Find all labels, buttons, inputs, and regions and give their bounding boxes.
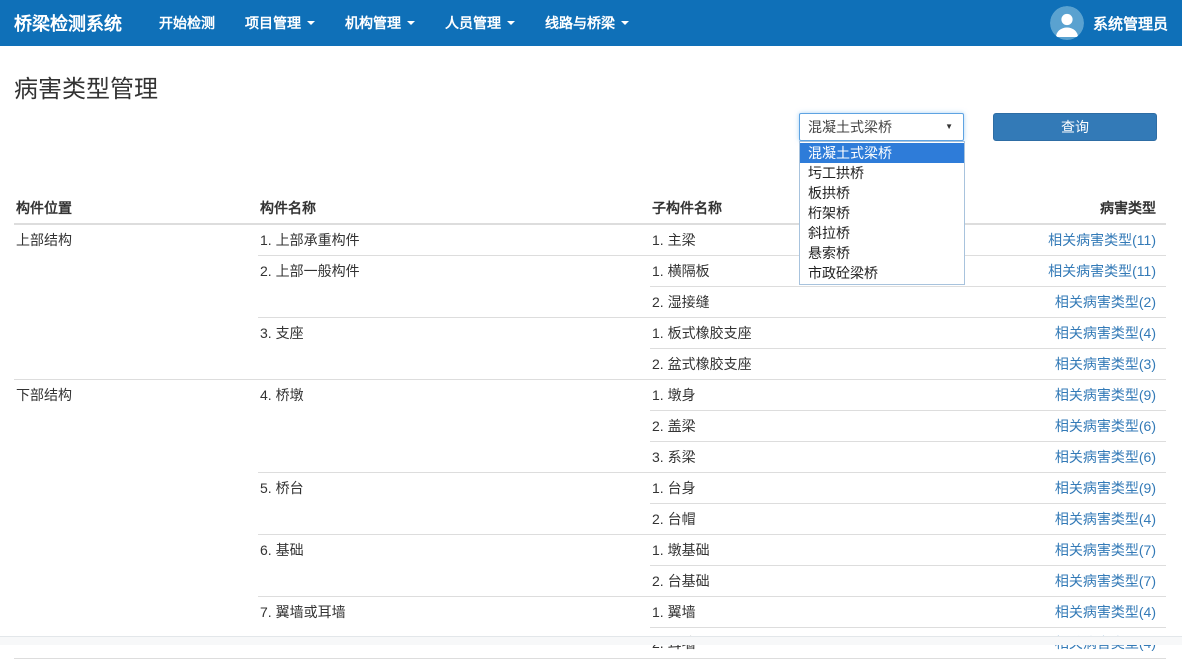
component-location-cell: 下部结构 [14,380,258,659]
defect-type-cell: 相关病害类型(4) [950,504,1166,535]
related-defect-types-link[interactable]: 相关病害类型(6) [1055,449,1156,465]
person-icon [1050,6,1084,40]
nav-item-label: 人员管理 [445,13,501,33]
component-name-cell: 5. 桥台 [258,473,650,535]
subcomponent-name-cell: 1. 板式橡胶支座 [650,318,950,349]
component-name-cell: 4. 桥墩 [258,380,650,473]
related-defect-types-link[interactable]: 相关病害类型(3) [1055,356,1156,372]
table-row: 下部结构4. 桥墩1. 墩身相关病害类型(9) [14,380,1166,411]
defect-type-cell: 相关病害类型(7) [950,566,1166,597]
defect-type-cell: 相关病害类型(7) [950,535,1166,566]
app-brand[interactable]: 桥梁检测系统 [14,10,122,36]
bridge-type-option[interactable]: 桁架桥 [800,203,964,223]
col-header-defect-type: 病害类型 [950,193,1166,224]
nav-item-label: 机构管理 [345,13,401,33]
defect-type-cell: 相关病害类型(11) [950,256,1166,287]
related-defect-types-link[interactable]: 相关病害类型(4) [1055,604,1156,620]
component-name-cell: 7. 翼墙或耳墙 [258,597,650,659]
related-defect-types-link[interactable]: 相关病害类型(9) [1055,480,1156,496]
subcomponent-name-cell: 2. 盖梁 [650,411,950,442]
nav-item-label: 线路与桥梁 [545,13,615,33]
caret-down-icon [621,21,629,25]
subcomponent-name-cell: 2. 盆式橡胶支座 [650,349,950,380]
bridge-type-option[interactable]: 市政砼梁桥 [800,263,964,283]
bridge-type-select[interactable]: 混凝土式梁桥 ▼ [799,113,964,141]
defect-type-cell: 相关病害类型(6) [950,411,1166,442]
subcomponent-name-cell: 1. 台身 [650,473,950,504]
page-title: 病害类型管理 [14,76,1166,104]
subcomponent-name-cell: 2. 台帽 [650,504,950,535]
related-defect-types-link[interactable]: 相关病害类型(7) [1055,542,1156,558]
component-name-cell: 1. 上部承重构件 [258,224,650,256]
bridge-type-option[interactable]: 混凝土式梁桥 [800,143,964,163]
bridge-type-selected-value: 混凝土式梁桥 [808,117,892,137]
caret-down-icon: ▼ [945,123,953,131]
user-menu[interactable]: 系统管理员 [1050,6,1168,40]
nav-item-start-inspection[interactable]: 开始检测 [144,0,230,46]
nav-item-route-and-bridge[interactable]: 线路与桥梁 [530,0,644,46]
related-defect-types-link[interactable]: 相关病害类型(9) [1055,387,1156,403]
caret-down-icon [407,21,415,25]
related-defect-types-link[interactable]: 相关病害类型(6) [1055,418,1156,434]
nav-item-project-management[interactable]: 项目管理 [230,0,330,46]
bridge-type-option[interactable]: 板拱桥 [800,183,964,203]
subcomponent-name-cell: 1. 墩身 [650,380,950,411]
main-content: 病害类型管理 混凝土式梁桥 ▼ 查询 混凝土式梁桥圬工拱桥板拱桥桁架桥斜拉桥悬索… [0,76,1182,659]
nav-item-label: 开始检测 [159,13,215,33]
defect-type-cell: 相关病害类型(6) [950,442,1166,473]
subcomponent-name-cell: 1. 翼墙 [650,597,950,628]
table-header-row: 构件位置 构件名称 子构件名称 病害类型 [14,193,1166,224]
defect-type-cell: 相关病害类型(11) [950,224,1166,256]
caret-down-icon [507,21,515,25]
bridge-type-option[interactable]: 圬工拱桥 [800,163,964,183]
related-defect-types-link[interactable]: 相关病害类型(4) [1055,511,1156,527]
defect-type-cell: 相关病害类型(4) [950,318,1166,349]
related-defect-types-link[interactable]: 相关病害类型(2) [1055,294,1156,310]
bridge-type-option[interactable]: 斜拉桥 [800,223,964,243]
component-location-cell: 上部结构 [14,224,258,380]
related-defect-types-link[interactable]: 相关病害类型(11) [1048,232,1156,248]
nav-item-org-management[interactable]: 机构管理 [330,0,430,46]
related-defect-types-link[interactable]: 相关病害类型(4) [1055,325,1156,341]
caret-down-icon [307,21,315,25]
defect-type-cell: 相关病害类型(2) [950,287,1166,318]
defect-type-cell: 相关病害类型(9) [950,380,1166,411]
top-navbar: 桥梁检测系统 开始检测 项目管理 机构管理 人员管理 线路与桥梁 系统管理员 [0,0,1182,46]
bridge-type-listbox: 混凝土式梁桥圬工拱桥板拱桥桁架桥斜拉桥悬索桥市政砼梁桥 [799,141,965,285]
bridge-type-option[interactable]: 悬索桥 [800,243,964,263]
subcomponent-name-cell: 3. 系梁 [650,442,950,473]
defect-type-cell: 相关病害类型(9) [950,473,1166,504]
user-name: 系统管理员 [1093,13,1168,34]
defect-type-table: 构件位置 构件名称 子构件名称 病害类型 上部结构1. 上部承重构件1. 主梁相… [14,193,1166,659]
component-name-cell: 6. 基础 [258,535,650,597]
nav-item-label: 项目管理 [245,13,301,33]
table-row: 上部结构1. 上部承重构件1. 主梁相关病害类型(11) [14,224,1166,256]
defect-type-cell: 相关病害类型(3) [950,349,1166,380]
nav-item-personnel-management[interactable]: 人员管理 [430,0,530,46]
related-defect-types-link[interactable]: 相关病害类型(7) [1055,573,1156,589]
horizontal-scrollbar[interactable] [0,636,1182,645]
subcomponent-name-cell: 2. 湿接缝 [650,287,950,318]
related-defect-types-link[interactable]: 相关病害类型(11) [1048,263,1156,279]
col-header-location: 构件位置 [14,193,258,224]
subcomponent-name-cell: 1. 墩基础 [650,535,950,566]
main-nav: 开始检测 项目管理 机构管理 人员管理 线路与桥梁 [144,0,644,46]
defect-type-cell: 相关病害类型(4) [950,597,1166,628]
component-name-cell: 2. 上部一般构件 [258,256,650,318]
col-header-component: 构件名称 [258,193,650,224]
defect-table-body: 上部结构1. 上部承重构件1. 主梁相关病害类型(11)2. 上部一般构件1. … [14,224,1166,659]
component-name-cell: 3. 支座 [258,318,650,380]
subcomponent-name-cell: 2. 台基础 [650,566,950,597]
query-button[interactable]: 查询 [993,113,1157,141]
